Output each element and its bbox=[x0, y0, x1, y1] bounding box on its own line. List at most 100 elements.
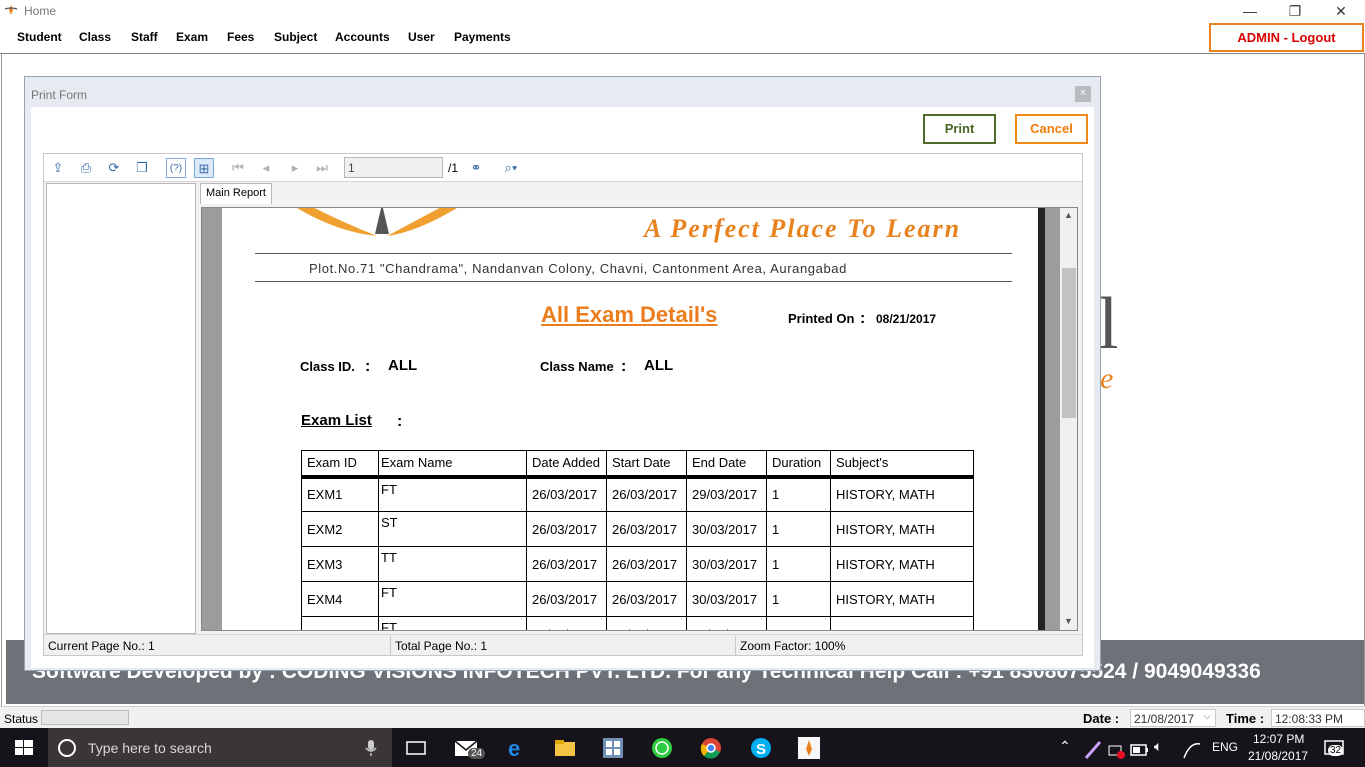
vertical-scrollbar[interactable]: ▲ ▼ bbox=[1060, 208, 1077, 630]
table-row: EXM1 FT 26/03/2017 26/03/2017 29/03/2017… bbox=[301, 476, 974, 512]
toggle-group-tree-icon[interactable]: ⊞ bbox=[194, 158, 214, 178]
refresh-icon[interactable]: ⟳ bbox=[104, 158, 124, 178]
table-cell: ST bbox=[378, 511, 527, 547]
table-cell: 30/03/2017 bbox=[686, 511, 767, 547]
clock-date[interactable]: 21/08/2017 bbox=[1248, 749, 1308, 763]
scroll-up-icon[interactable]: ▲ bbox=[1064, 210, 1073, 220]
menu-exam[interactable]: Exam bbox=[176, 30, 208, 44]
table-cell: HISTORY, ... bbox=[830, 616, 974, 630]
print-form-dialog: Print Form × Print Cancel ⇪ ⎙ ⟳ ❐ (?) ⊞ … bbox=[24, 76, 1101, 671]
table-cell: FT bbox=[378, 616, 527, 630]
exam-table: Exam ID Exam Name Date Added Start Date … bbox=[301, 450, 974, 630]
windows-start-icon[interactable] bbox=[0, 728, 48, 767]
header-rule-bottom bbox=[255, 281, 1012, 282]
date-value: 21/08/2017 bbox=[1134, 712, 1195, 726]
search-placeholder: Type here to search bbox=[88, 740, 212, 756]
background-logo-script: e bbox=[1100, 362, 1114, 395]
battery-icon[interactable] bbox=[1128, 738, 1152, 762]
table-cell: 26/03/2017 bbox=[606, 616, 687, 630]
status-progress-bar bbox=[41, 710, 129, 725]
calculator-app-icon[interactable] bbox=[601, 736, 625, 760]
language-indicator[interactable]: ENG bbox=[1212, 740, 1238, 754]
table-row: EXM5 FT 26/03/2017 26/03/2017 30/03/2017… bbox=[301, 616, 974, 630]
export-icon[interactable]: ⇪ bbox=[48, 158, 68, 178]
page-shadow bbox=[1038, 208, 1045, 630]
table-cell: 26/03/2017 bbox=[526, 581, 607, 617]
next-page-icon[interactable]: ▸ bbox=[285, 158, 305, 178]
file-explorer-icon[interactable] bbox=[553, 736, 577, 760]
skype-icon[interactable]: S bbox=[749, 736, 773, 760]
menu-class[interactable]: Class bbox=[79, 30, 111, 44]
report-title: All Exam Detail's bbox=[541, 302, 718, 327]
menu-student[interactable]: Student bbox=[17, 30, 62, 44]
pen-workspace-icon[interactable] bbox=[1180, 738, 1204, 762]
class-id-label: Class ID. bbox=[300, 359, 355, 374]
chrome-icon[interactable] bbox=[699, 736, 723, 760]
time-field[interactable]: 12:08:33 PM bbox=[1271, 709, 1365, 727]
table-cell: EXM2 bbox=[301, 511, 379, 547]
school-app-icon[interactable] bbox=[797, 736, 821, 760]
menu-accounts[interactable]: Accounts bbox=[335, 30, 390, 44]
group-tree-panel[interactable] bbox=[46, 183, 196, 634]
scrollbar-thumb[interactable] bbox=[1062, 268, 1076, 418]
table-cell: EXM3 bbox=[301, 546, 379, 582]
first-page-icon[interactable]: ⏮ bbox=[228, 158, 248, 178]
svg-text:S: S bbox=[756, 741, 766, 758]
last-page-icon[interactable]: ⏭ bbox=[312, 158, 332, 178]
page-total: /1 bbox=[448, 161, 459, 175]
table-cell: 26/03/2017 bbox=[526, 511, 607, 547]
report-canvas[interactable]: A Perfect Place To Learn Plot.No.71 "Cha… bbox=[201, 207, 1078, 631]
app-logo-icon bbox=[4, 5, 18, 15]
menu-user[interactable]: User bbox=[408, 30, 435, 44]
class-name-label: Class Name bbox=[540, 359, 614, 374]
school-address: Plot.No.71 "Chandrama", Nandanvan Colony… bbox=[309, 261, 847, 276]
exam-list-label: Exam List bbox=[301, 412, 372, 429]
notification-center-icon[interactable]: 32 bbox=[1324, 739, 1348, 763]
menu-subject[interactable]: Subject bbox=[274, 30, 317, 44]
menu-fees[interactable]: Fees bbox=[227, 30, 254, 44]
edge-browser-icon[interactable]: e bbox=[505, 736, 529, 760]
date-label: Date : bbox=[1083, 711, 1120, 726]
clock-time[interactable]: 12:07 PM bbox=[1253, 732, 1304, 746]
restore-button[interactable]: ❐ bbox=[1272, 0, 1318, 22]
class-id-colon: : bbox=[365, 358, 371, 375]
table-cell: 30/03/2017 bbox=[686, 616, 767, 630]
task-view-icon[interactable] bbox=[404, 736, 428, 760]
mail-icon[interactable]: 24 bbox=[454, 736, 486, 760]
window-titlebar: Home — ❐ ✕ bbox=[0, 0, 1365, 24]
table-cell: HISTORY, MATH bbox=[830, 581, 974, 617]
cancel-button[interactable]: Cancel bbox=[1015, 114, 1088, 144]
print-icon[interactable]: ⎙ bbox=[76, 158, 96, 178]
network-off-icon[interactable] bbox=[1104, 738, 1128, 762]
zoom-icon[interactable]: ⌕▾ bbox=[496, 158, 526, 178]
date-picker[interactable]: 21/08/2017 ⌵ bbox=[1130, 709, 1216, 727]
table-cell: 1 bbox=[766, 546, 831, 582]
previous-page-icon[interactable]: ◂ bbox=[256, 158, 276, 178]
page-number-input[interactable]: 1 bbox=[344, 157, 443, 178]
pen-icon[interactable] bbox=[1082, 738, 1106, 762]
whatsapp-icon[interactable] bbox=[650, 736, 674, 760]
volume-icon[interactable]: 🔈︎ bbox=[1154, 738, 1162, 755]
exam-list-colon: : bbox=[397, 413, 403, 430]
find-binoculars-icon[interactable]: ⚭ bbox=[466, 158, 486, 178]
microphone-icon[interactable] bbox=[364, 739, 378, 757]
menu-staff[interactable]: Staff bbox=[131, 30, 158, 44]
dialog-close-button[interactable]: × bbox=[1075, 86, 1091, 102]
table-cell: 30/03/2017 bbox=[686, 581, 767, 617]
copy-icon[interactable]: ❐ bbox=[132, 158, 152, 178]
svg-text:e: e bbox=[508, 736, 520, 760]
table-cell: 26/03/2017 bbox=[606, 581, 687, 617]
help-icon[interactable]: (?) bbox=[166, 158, 186, 178]
tray-expand-icon[interactable]: ⌃ bbox=[1059, 738, 1071, 755]
column-header: Duration bbox=[766, 450, 831, 479]
menu-payments[interactable]: Payments bbox=[454, 30, 511, 44]
table-cell: 26/03/2017 bbox=[526, 546, 607, 582]
taskbar: Type here to search 24 e S ⌃ 🔈︎ ENG 12:0… bbox=[0, 728, 1365, 767]
logout-button[interactable]: ADMIN - Logout bbox=[1209, 23, 1364, 52]
close-window-button[interactable]: ✕ bbox=[1318, 0, 1364, 22]
table-cell: EXM4 bbox=[301, 581, 379, 617]
print-button[interactable]: Print bbox=[923, 114, 996, 144]
minimize-button[interactable]: — bbox=[1227, 0, 1273, 22]
scroll-down-icon[interactable]: ▼ bbox=[1064, 616, 1073, 626]
tab-main-report[interactable]: Main Report bbox=[200, 183, 272, 204]
